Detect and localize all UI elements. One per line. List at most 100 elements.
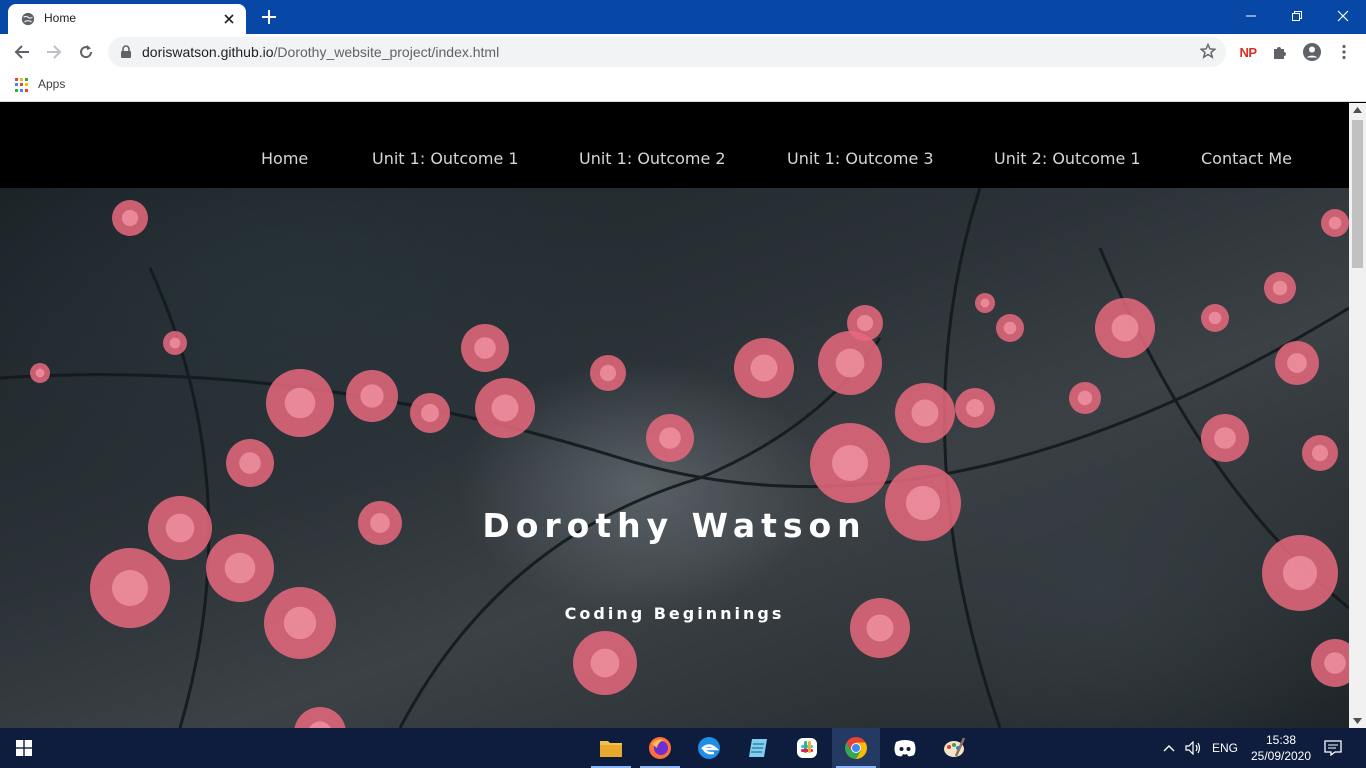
blossom-center-shape (750, 354, 778, 382)
taskbar-firefox[interactable] (636, 728, 684, 768)
nav-link-unit2-outcome1[interactable]: Unit 2: Outcome 1 (994, 149, 1141, 168)
blossom-center-shape (1214, 427, 1236, 449)
speaker-icon (1185, 741, 1201, 755)
clock-date: 25/09/2020 (1250, 749, 1312, 763)
paint-palette-icon (944, 737, 966, 757)
blossom-center-shape (1311, 444, 1329, 462)
minimize-icon (1246, 15, 1256, 17)
taskbar-slack[interactable] (783, 728, 831, 768)
nav-link-unit1-outcome1[interactable]: Unit 1: Outcome 1 (372, 149, 519, 168)
taskbar-edge[interactable] (685, 728, 733, 768)
blossom-center-shape (590, 648, 620, 678)
puzzle-icon (1274, 47, 1286, 59)
blossom-center-shape (1287, 353, 1307, 373)
close-window-button[interactable] (1320, 0, 1366, 32)
blossom-center-shape (966, 399, 984, 417)
kebab-menu-icon (1342, 44, 1346, 60)
new-tab-icon[interactable] (260, 8, 278, 26)
notification-icon (1324, 740, 1342, 756)
action-center-button[interactable] (1324, 728, 1342, 768)
scroll-down-arrow-icon[interactable] (1353, 718, 1362, 724)
blossom-center-shape (1003, 321, 1017, 335)
language-label: ENG (1212, 741, 1239, 755)
chevron-up-icon (1163, 745, 1175, 752)
blossom-center-shape (1328, 216, 1342, 230)
back-button[interactable] (10, 40, 34, 64)
site-navigation: Home Unit 1: Outcome 1 Unit 1: Outcome 2… (0, 103, 1349, 188)
address-bar[interactable]: doriswatson.github.io/Dorothy_website_pr… (108, 37, 1226, 67)
blossom-center-shape (474, 337, 496, 359)
blossom-center-shape (491, 394, 519, 422)
taskbar-paint[interactable] (930, 728, 978, 768)
menu-button[interactable] (1332, 40, 1356, 64)
nav-link-unit1-outcome2[interactable]: Unit 1: Outcome 2 (579, 149, 726, 168)
extension-np-label: NP (1239, 44, 1257, 60)
extensions-button[interactable] (1268, 40, 1292, 64)
bookmarks-bar: Apps (0, 70, 1366, 102)
blossom-center-shape (1282, 555, 1318, 591)
taskbar-file-explorer[interactable] (587, 728, 635, 768)
vertical-scrollbar[interactable] (1349, 103, 1366, 728)
flower-background-image (0, 188, 1349, 728)
volume-button[interactable] (1185, 728, 1203, 768)
slack-icon (797, 738, 817, 758)
browser-toolbar: doriswatson.github.io/Dorothy_website_pr… (0, 34, 1366, 70)
blossom-center-shape (980, 298, 990, 308)
scroll-up-arrow-icon[interactable] (1353, 107, 1362, 113)
start-button[interactable] (0, 728, 48, 768)
arrow-right-icon (47, 45, 62, 59)
blossom-center-shape (239, 452, 261, 474)
blossom-center-shape (421, 404, 439, 422)
restore-icon (1292, 11, 1302, 21)
lock-icon[interactable] (120, 45, 132, 59)
hero-title: Dorothy Watson (482, 506, 867, 545)
url-host: doriswatson.github.io (142, 44, 274, 60)
firefox-icon (649, 737, 671, 759)
nav-link-home[interactable]: Home (261, 149, 308, 168)
url-text[interactable]: doriswatson.github.io/Dorothy_website_pr… (142, 44, 499, 60)
taskbar-notepad[interactable] (734, 728, 782, 768)
windows-taskbar: ENG 15:38 25/09/2020 (0, 728, 1366, 768)
reload-button[interactable] (74, 40, 98, 64)
blossom-center-shape (1324, 652, 1346, 674)
bookmark-label: Apps (38, 77, 66, 91)
tab-home[interactable]: Home (8, 4, 246, 34)
close-tab-icon[interactable] (222, 12, 236, 26)
blossom-center-shape (121, 209, 139, 227)
url-path: /Dorothy_website_project/index.html (273, 44, 500, 60)
language-indicator[interactable]: ENG (1212, 728, 1238, 768)
restore-button[interactable] (1274, 0, 1320, 32)
windows-logo-icon (16, 740, 32, 756)
apps-grid-icon (15, 78, 29, 92)
nav-link-contact-me[interactable]: Contact Me (1201, 149, 1292, 168)
blossom-center-shape (856, 314, 874, 332)
edge-legacy-icon (698, 737, 720, 759)
folder-icon (600, 741, 622, 757)
blossom-center-shape (169, 337, 181, 349)
blossom-center-shape (835, 348, 865, 378)
profile-button[interactable] (1300, 40, 1324, 64)
blossom-center-shape (112, 570, 148, 606)
close-icon (1337, 10, 1349, 22)
taskbar-clock[interactable]: 15:38 25/09/2020 (1246, 732, 1316, 764)
minimize-button[interactable] (1228, 0, 1274, 32)
forward-button[interactable] (42, 40, 66, 64)
blossom-center-shape (1111, 314, 1139, 342)
blossom-center-shape (284, 387, 316, 419)
blossom-center-shape (35, 368, 45, 378)
taskbar-discord[interactable] (881, 728, 929, 768)
hero-banner: Dorothy Watson Coding Beginnings (0, 188, 1349, 728)
extension-np-button[interactable]: NP (1236, 40, 1260, 64)
show-hidden-icons-button[interactable] (1163, 728, 1175, 768)
blossom-center-shape (911, 399, 939, 427)
nav-link-unit1-outcome3[interactable]: Unit 1: Outcome 3 (787, 149, 934, 168)
blossom-center-shape (1208, 311, 1222, 325)
scrollbar-thumb[interactable] (1352, 120, 1363, 268)
blossom-center-shape (832, 445, 868, 481)
bookmark-star-icon[interactable] (1200, 43, 1216, 59)
blossom-center-shape (599, 364, 617, 382)
blossom-center-shape (1077, 390, 1093, 406)
blossom-center-shape (224, 552, 256, 584)
account-circle-icon (1303, 43, 1321, 61)
taskbar-chrome[interactable] (832, 728, 880, 768)
